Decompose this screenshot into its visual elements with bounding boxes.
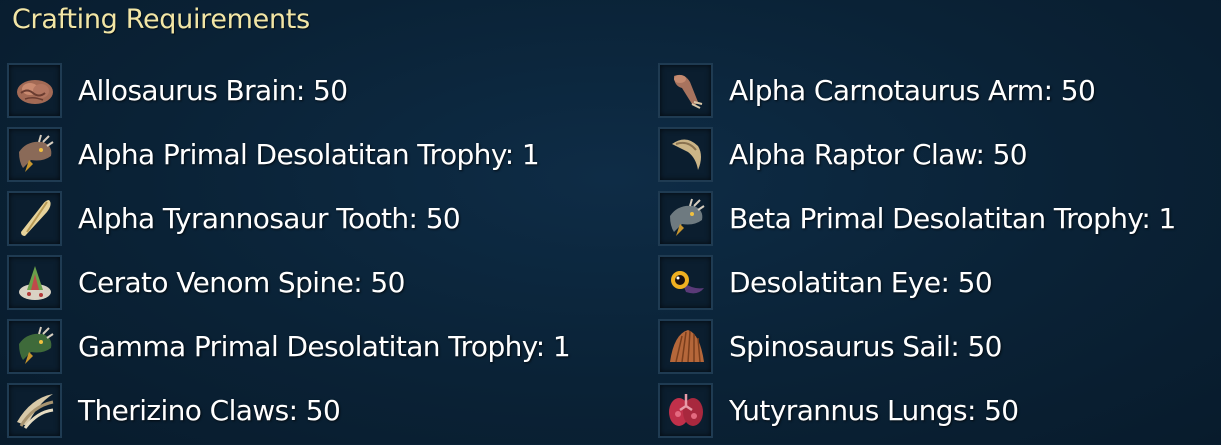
eye-icon [670,271,704,294]
requirement-item: Therizino Claws: 50 [7,381,658,439]
trophy-head-icon [18,326,54,364]
sail-icon [669,330,704,363]
item-slot[interactable] [7,190,62,246]
requirement-label: Beta Primal Desolatitan Trophy: 1 [729,201,1176,235]
requirement-item: Desolatitan Eye: 50 [658,253,1217,311]
item-slot[interactable] [7,382,62,438]
requirement-label: Yutyrannus Lungs: 50 [729,393,1019,427]
item-slot[interactable] [7,318,62,374]
item-slot[interactable] [658,382,713,438]
claw-icon [671,139,701,170]
requirement-item: Cerato Venom Spine: 50 [7,253,658,311]
item-slot[interactable] [7,62,62,118]
requirement-item: Spinosaurus Sail: 50 [658,317,1217,375]
requirements-grid: Allosaurus Brain: 50 Alpha Carnotaurus A… [7,61,1217,445]
requirement-label: Cerato Venom Spine: 50 [78,265,405,299]
requirement-item: Yutyrannus Lungs: 50 [658,381,1217,439]
arm-icon [673,74,702,109]
item-slot[interactable] [658,62,713,118]
item-slot[interactable] [658,254,713,310]
requirement-item: Alpha Primal Desolatitan Trophy: 1 [7,125,658,183]
requirement-label: Gamma Primal Desolatitan Trophy: 1 [78,329,571,363]
item-slot[interactable] [7,126,62,182]
requirement-item: Alpha Raptor Claw: 50 [658,125,1217,183]
requirement-label: Alpha Raptor Claw: 50 [729,137,1028,171]
brain-icon [16,80,53,104]
page-title: Crafting Requirements [12,4,310,35]
lungs-icon [668,394,703,426]
tooth-icon [20,200,51,236]
requirement-label: Desolatitan Eye: 50 [729,265,993,299]
requirement-label: Spinosaurus Sail: 50 [729,329,1003,363]
requirement-label: Alpha Carnotaurus Arm: 50 [729,73,1096,107]
claws-icon [16,394,53,429]
requirement-label: Alpha Tyrannosaur Tooth: 50 [78,201,461,235]
requirement-label: Therizino Claws: 50 [78,393,341,427]
requirement-item: Alpha Tyrannosaur Tooth: 50 [7,189,658,247]
requirement-item: Allosaurus Brain: 50 [7,61,658,119]
requirement-item: Gamma Primal Desolatitan Trophy: 1 [7,317,658,375]
requirement-label: Allosaurus Brain: 50 [78,73,348,107]
trophy-head-icon [669,198,705,236]
item-slot[interactable] [658,190,713,246]
item-slot[interactable] [658,318,713,374]
requirement-item: Alpha Carnotaurus Arm: 50 [658,61,1217,119]
item-slot[interactable] [658,126,713,182]
requirement-item: Beta Primal Desolatitan Trophy: 1 [658,189,1217,247]
spine-icon [18,266,51,300]
item-slot[interactable] [7,254,62,310]
trophy-head-icon [18,134,54,172]
requirement-label: Alpha Primal Desolatitan Trophy: 1 [78,137,540,171]
